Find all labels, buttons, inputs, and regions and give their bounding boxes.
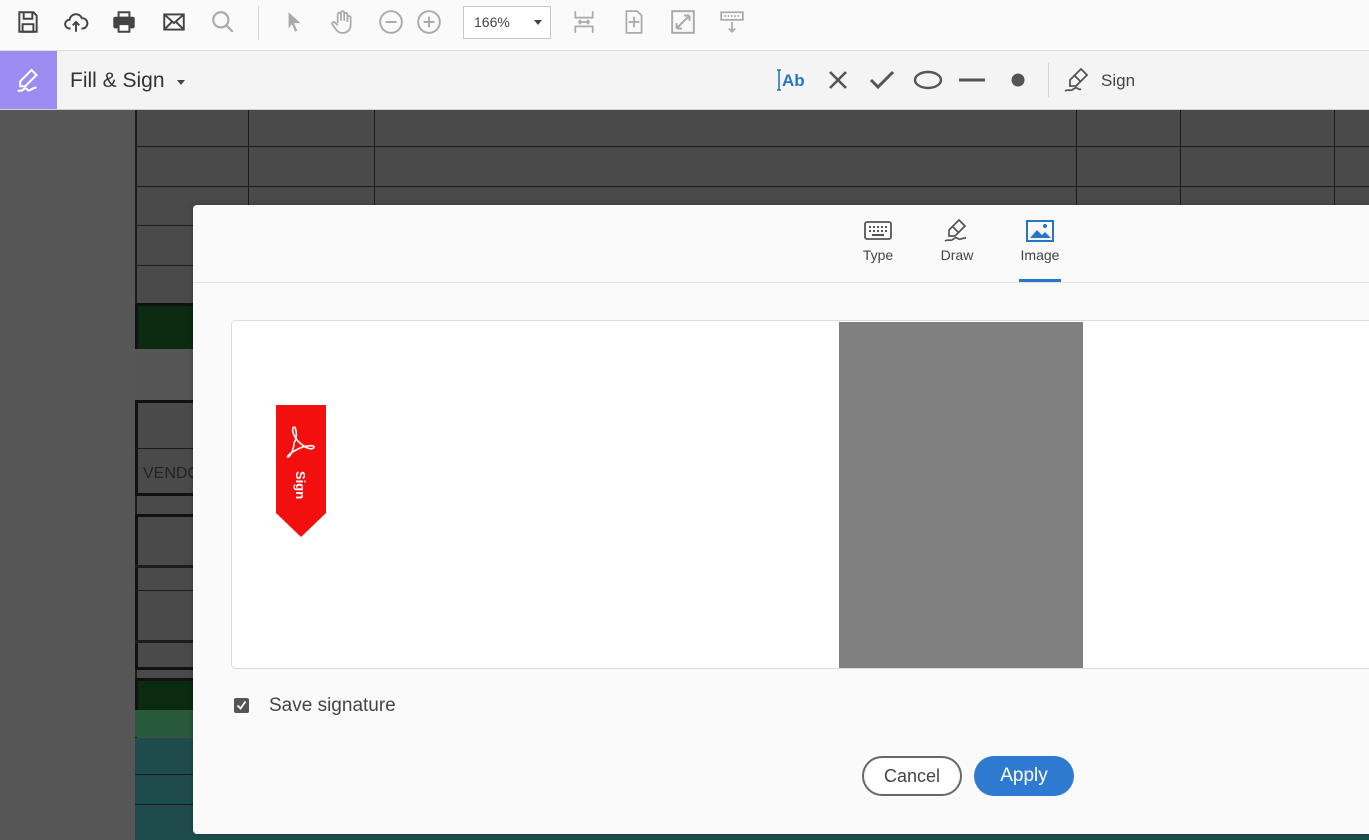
apply-button[interactable]: Apply (974, 756, 1074, 796)
signature-image-preview[interactable]: Sign (231, 320, 1369, 669)
fill-sign-badge[interactable] (0, 51, 57, 109)
tab-draw-label: Draw (940, 247, 974, 263)
main-toolbar: 166% (0, 0, 1369, 51)
hand-icon[interactable] (328, 8, 356, 36)
table-line (135, 640, 195, 643)
table-line (135, 590, 195, 591)
cloud-upload-icon[interactable] (62, 8, 90, 36)
sign-flag-text: Sign (293, 471, 308, 499)
table-line (135, 565, 195, 568)
green-header-cell (135, 678, 198, 711)
chevron-down-icon (534, 20, 542, 25)
check-mark-icon[interactable] (869, 65, 895, 95)
line-icon[interactable] (958, 65, 986, 95)
zoom-in-icon[interactable] (415, 8, 443, 36)
keyboard-icon (864, 221, 892, 240)
zoom-value: 166% (474, 14, 510, 30)
full-screen-icon[interactable] (669, 8, 697, 36)
read-mode-icon[interactable] (718, 8, 746, 36)
table-line (248, 110, 249, 205)
select-arrow-icon[interactable] (280, 8, 308, 36)
table-line (374, 110, 375, 205)
tab-image[interactable]: Image (1010, 219, 1070, 263)
search-icon[interactable] (209, 8, 237, 36)
table-line (135, 265, 195, 266)
dot-icon[interactable] (1008, 65, 1028, 95)
cross-mark-icon[interactable] (826, 65, 850, 95)
table-cell (135, 349, 195, 400)
tab-draw[interactable]: Draw (927, 219, 987, 263)
table-cell (135, 710, 195, 737)
green-header-cell (135, 303, 198, 352)
fill-sign-title[interactable]: Fill & Sign (70, 69, 165, 93)
image-gray-region (839, 322, 1083, 668)
table-line (135, 774, 195, 775)
save-signature-checkbox[interactable] (234, 698, 249, 713)
toolbar-separator (1048, 63, 1049, 97)
signature-dialog: Type Draw Image Sign Save signature Canc… (193, 205, 1369, 834)
table-line (135, 804, 195, 805)
table-line (1180, 110, 1181, 205)
zoom-out-icon[interactable] (377, 8, 405, 36)
signature-mode-tabs: Type Draw Image (193, 205, 1369, 283)
print-icon[interactable] (110, 8, 138, 36)
toolbar-separator (258, 6, 259, 40)
pen-icon (944, 219, 967, 242)
fit-page-icon[interactable] (620, 8, 648, 36)
sign-pen-icon[interactable] (1062, 65, 1094, 95)
checkmark-icon (236, 700, 247, 710)
ellipse-icon[interactable] (912, 65, 944, 95)
zoom-select[interactable]: 166% (463, 6, 551, 39)
chevron-down-icon[interactable] (177, 80, 185, 85)
svg-text:Ab: Ab (782, 71, 805, 90)
tab-type[interactable]: Type (848, 219, 908, 263)
save-signature-label[interactable]: Save signature (269, 695, 396, 717)
table-line (135, 448, 195, 449)
table-line (135, 146, 1369, 147)
add-text-icon[interactable]: Ab (776, 65, 810, 95)
sign-label[interactable]: Sign (1101, 71, 1135, 91)
active-tab-indicator (1019, 279, 1061, 282)
fill-sign-pen-icon (16, 68, 38, 93)
table-block (135, 514, 195, 670)
table-line (135, 225, 195, 226)
email-icon[interactable] (160, 8, 188, 36)
tab-type-label: Type (862, 247, 894, 263)
save-icon[interactable] (14, 8, 42, 36)
cancel-button[interactable]: Cancel (862, 756, 962, 796)
tab-image-label: Image (1020, 247, 1060, 263)
image-icon (1026, 220, 1054, 242)
table-line (135, 186, 1369, 187)
scroll-mode-icon[interactable] (570, 8, 598, 36)
table-line (1334, 110, 1335, 205)
fill-sign-toolbar: Fill & Sign Ab Sign (0, 51, 1369, 110)
table-line (1076, 110, 1077, 205)
adobe-sign-flag-image: Sign (276, 405, 326, 537)
